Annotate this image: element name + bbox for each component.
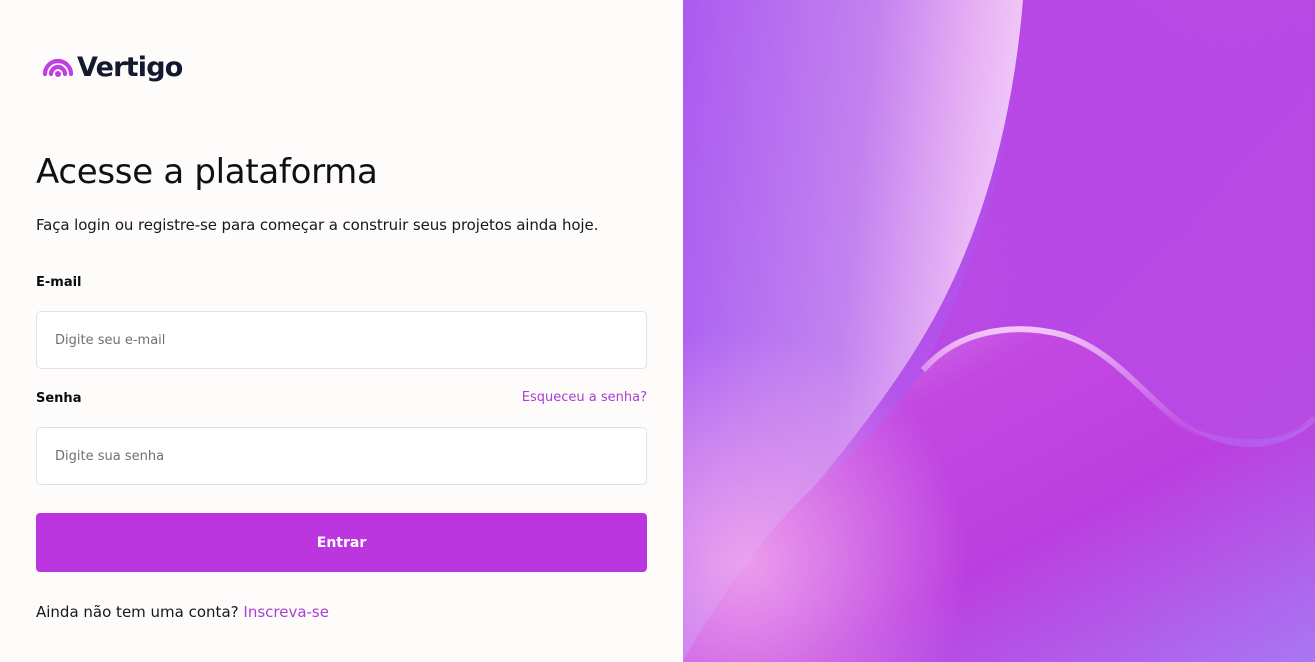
brand-name: Vertigo [77, 51, 183, 83]
email-field[interactable] [36, 311, 647, 369]
hero-image [683, 0, 1315, 662]
password-label: Senha [36, 391, 82, 406]
login-button[interactable]: Entrar [36, 513, 647, 572]
forgot-password-link[interactable]: Esqueceu a senha? [522, 390, 647, 405]
page-subtitle: Faça login ou registre-se para começar a… [36, 216, 599, 234]
brand-logo[interactable]: Vertigo [41, 48, 183, 86]
password-field[interactable] [36, 427, 647, 485]
signup-prompt-text: Ainda não tem uma conta? [36, 603, 239, 621]
login-panel: Vertigo Acesse a plataforma Faça login o… [0, 0, 683, 662]
abstract-waves-background [683, 0, 1315, 662]
signup-link[interactable]: Inscreva-se [243, 603, 329, 621]
page-title: Acesse a plataforma [36, 152, 378, 192]
signup-prompt: Ainda não tem uma conta? Inscreva-se [36, 603, 329, 621]
vertigo-logo-icon [42, 58, 74, 77]
login-page: Vertigo Acesse a plataforma Faça login o… [0, 0, 1315, 662]
email-label: E-mail [36, 275, 82, 290]
